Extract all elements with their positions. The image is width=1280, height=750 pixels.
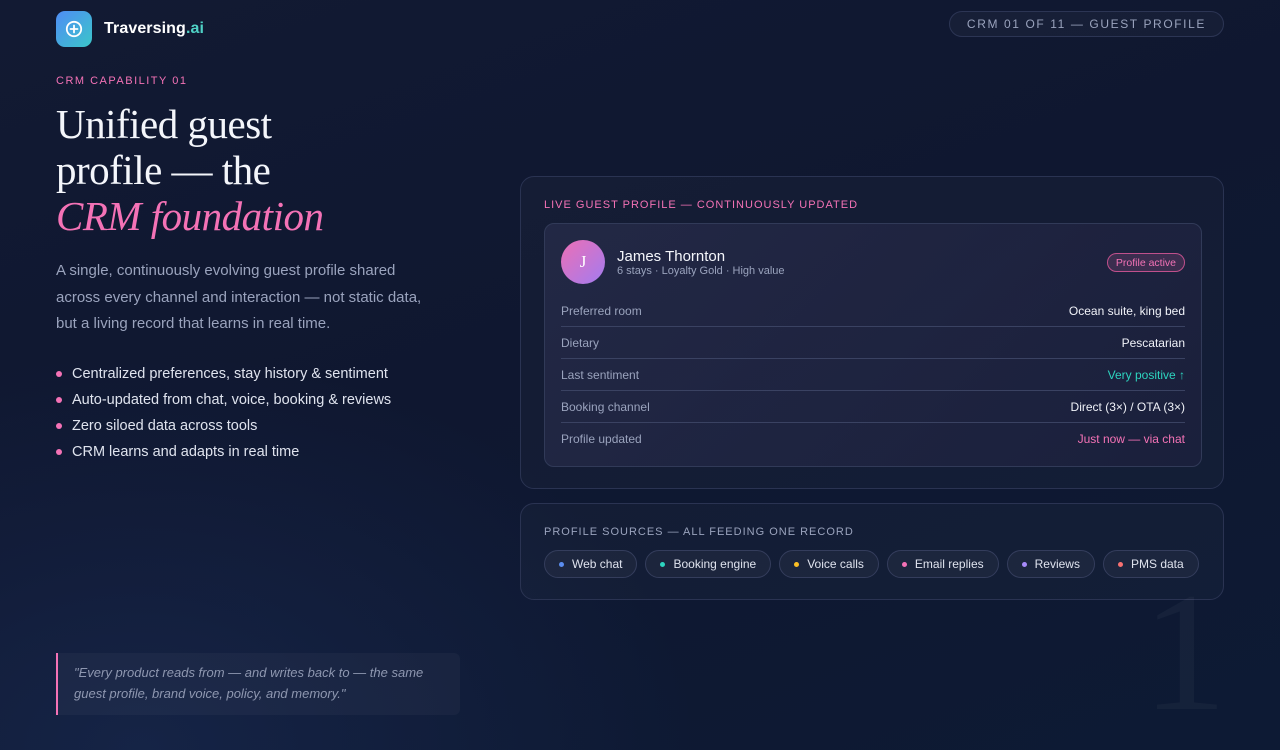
plus-circle-icon: [56, 11, 92, 47]
attribute-row: Profile updated Just now — via chat: [561, 423, 1185, 455]
brand-name-suffix: .ai: [185, 20, 205, 37]
bullet-dot-icon: [56, 449, 62, 455]
attribute-label: Preferred room: [561, 303, 642, 318]
attribute-label: Dietary: [561, 335, 600, 350]
feature-text: Centralized preferences, stay history & …: [72, 366, 388, 382]
guest-name: James Thornton: [617, 248, 726, 265]
dot-icon: [1021, 561, 1027, 567]
attribute-row: Booking channel Direct (3×) / OTA (3×): [561, 391, 1185, 423]
chip-label: Web chat: [572, 557, 623, 571]
source-chip-web-chat[interactable]: Web chat: [544, 550, 638, 578]
bullet-dot-icon: [56, 397, 62, 403]
headline-accent: CRM foundation: [56, 193, 324, 239]
dot-icon: [794, 561, 800, 567]
chip-label: PMS data: [1130, 557, 1184, 571]
attribute-value: Pescatarian: [1121, 335, 1185, 350]
dot-icon: [660, 561, 666, 567]
page-title: Unified guest profile — the CRM foundati…: [56, 101, 476, 239]
bullet-dot-icon: [56, 423, 62, 429]
source-chips: Web chat Booking engine Voice calls Emai…: [544, 550, 1207, 578]
attribute-row: Preferred room Ocean suite, king bed: [561, 295, 1185, 327]
chip-label: Email replies: [914, 557, 984, 571]
feature-item: CRM learns and adapts in real time: [56, 439, 391, 465]
brand-name: Traversing.ai: [104, 20, 204, 38]
eyebrow-label: CRM CAPABILITY 01: [56, 75, 188, 87]
feature-item: Auto-updated from chat, voice, booking &…: [56, 387, 391, 413]
attribute-value: Direct (3×) / OTA (3×): [1070, 399, 1185, 414]
brand-name-main: Traversing: [104, 20, 186, 37]
attribute-label: Last sentiment: [561, 367, 640, 382]
updated-value: Just now — via chat: [1077, 432, 1185, 446]
source-chip-pms-data[interactable]: PMS data: [1102, 550, 1199, 578]
dot-icon: [901, 561, 907, 567]
guest-profile-panel: J James Thornton 6 stays · Loyalty Gold …: [544, 223, 1202, 467]
brand[interactable]: Traversing.ai: [56, 11, 204, 47]
source-chip-reviews[interactable]: Reviews: [1006, 550, 1095, 578]
feature-item: Zero siloed data across tools: [56, 413, 391, 439]
attribute-value: Ocean suite, king bed: [1068, 303, 1185, 318]
pull-quote: "Every product reads from — and writes b…: [56, 653, 460, 715]
sources-card-title: PROFILE SOURCES — ALL FEEDING ONE RECORD: [544, 526, 854, 538]
avatar: J: [561, 240, 605, 284]
feature-item: Centralized preferences, stay history & …: [56, 361, 391, 387]
feature-list: Centralized preferences, stay history & …: [56, 361, 391, 465]
attribute-label: Profile updated: [561, 432, 642, 446]
attribute-row: Dietary Pescatarian: [561, 327, 1185, 359]
chip-label: Voice calls: [807, 557, 864, 571]
live-guest-profile-card: LIVE GUEST PROFILE — CONTINUOUSLY UPDATE…: [520, 176, 1224, 489]
slide-pager: CRM 01 OF 11 — GUEST PROFILE: [948, 11, 1224, 37]
bullet-dot-icon: [56, 371, 62, 377]
status-badge: Profile active: [1106, 253, 1185, 272]
guest-meta: 6 stays · Loyalty Gold · High value: [617, 265, 785, 277]
sentiment-value: Very positive ↑: [1107, 367, 1185, 382]
attribute-label: Booking channel: [561, 399, 650, 414]
lede-paragraph: A single, continuously evolving guest pr…: [56, 262, 422, 332]
source-chip-email-replies[interactable]: Email replies: [886, 550, 999, 578]
feature-text: Zero siloed data across tools: [72, 418, 258, 434]
feature-text: CRM learns and adapts in real time: [72, 444, 300, 460]
headline-line-2: profile — the: [56, 147, 271, 193]
profile-sources-card: PROFILE SOURCES — ALL FEEDING ONE RECORD…: [520, 503, 1224, 600]
dot-icon: [559, 561, 564, 567]
headline-line-1: Unified guest: [56, 101, 272, 147]
profile-attributes: Preferred room Ocean suite, king bed Die…: [561, 295, 1185, 455]
dot-icon: [1117, 561, 1123, 567]
chip-label: Booking engine: [673, 557, 757, 571]
profile-card-title: LIVE GUEST PROFILE — CONTINUOUSLY UPDATE…: [544, 199, 859, 211]
source-chip-voice-calls[interactable]: Voice calls: [779, 550, 879, 578]
attribute-row: Last sentiment Very positive ↑: [561, 359, 1185, 391]
feature-text: Auto-updated from chat, voice, booking &…: [72, 392, 392, 408]
chip-label: Reviews: [1034, 557, 1080, 571]
source-chip-booking-engine[interactable]: Booking engine: [645, 550, 772, 578]
